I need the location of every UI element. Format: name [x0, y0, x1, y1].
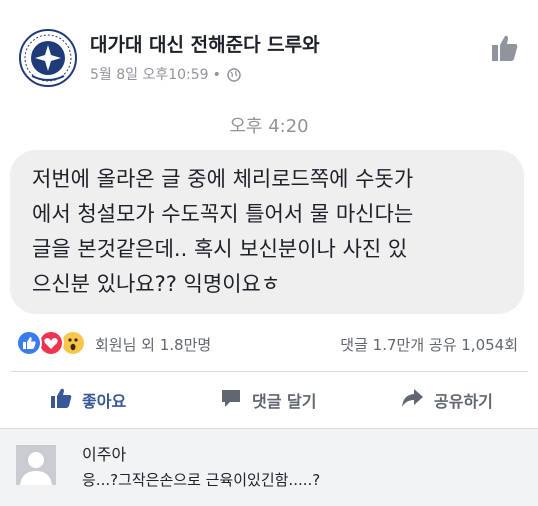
share-arrow-icon	[400, 387, 434, 413]
comment-label: 댓글 달기	[252, 392, 317, 411]
university-seal-icon[interactable]	[18, 28, 78, 88]
message-bubble: 저번에 올라온 글 중에 체리로드쪽에 수돗가 에서 청설모가 수도꼭지 틀어서…	[10, 150, 524, 314]
message-timestamp: 오후 4:20	[229, 116, 309, 137]
comment-text: 응...?그작은손으로 근육이있긴함.....?	[82, 471, 321, 489]
thumbs-up-icon[interactable]	[490, 33, 520, 63]
comment-button[interactable]: 댓글 달기	[220, 386, 316, 414]
action-bar: 좋아요 댓글 달기 공유하기	[10, 371, 528, 428]
page-name[interactable]: 대가대 대신 전해준다 드루와	[90, 30, 320, 57]
share-label: 공유하기	[434, 392, 493, 411]
post-date[interactable]: 5월 8일 오후10:59	[90, 67, 209, 83]
comments-section: 이주아 응...?그작은손으로 근육이있긴함.....?	[0, 428, 538, 506]
reactions-row: 회원님 외 1.8만명 댓글 1.7만개 공유 1,054회	[0, 330, 538, 360]
like-reaction-icon[interactable]	[16, 330, 42, 356]
meta-separator: •	[212, 67, 221, 83]
like-button[interactable]: 좋아요	[50, 386, 126, 414]
default-avatar-icon[interactable]	[16, 445, 56, 485]
reaction-summary[interactable]: 회원님 외 1.8만명	[95, 334, 211, 355]
message-text: 저번에 올라온 글 중에 체리로드쪽에 수돗가 에서 청설모가 수도꼭지 틀어서…	[32, 167, 414, 296]
globe-icon	[227, 68, 241, 86]
comment-author[interactable]: 이주아	[82, 441, 126, 465]
like-label: 좋아요	[82, 392, 127, 411]
message-area: 오후 4:20 저번에 올라온 글 중에 체리로드쪽에 수돗가 에서 청설모가 …	[0, 100, 538, 325]
share-button[interactable]: 공유하기	[400, 386, 493, 414]
comment-icon	[220, 387, 252, 413]
like-icon	[50, 387, 82, 413]
post-meta: 5월 8일 오후10:59 •	[90, 64, 241, 86]
comment-share-counts[interactable]: 댓글 1.7만개 공유 1,054회	[340, 334, 518, 355]
post-header: 대가대 대신 전해준다 드루와 5월 8일 오후10:59 •	[0, 0, 538, 100]
